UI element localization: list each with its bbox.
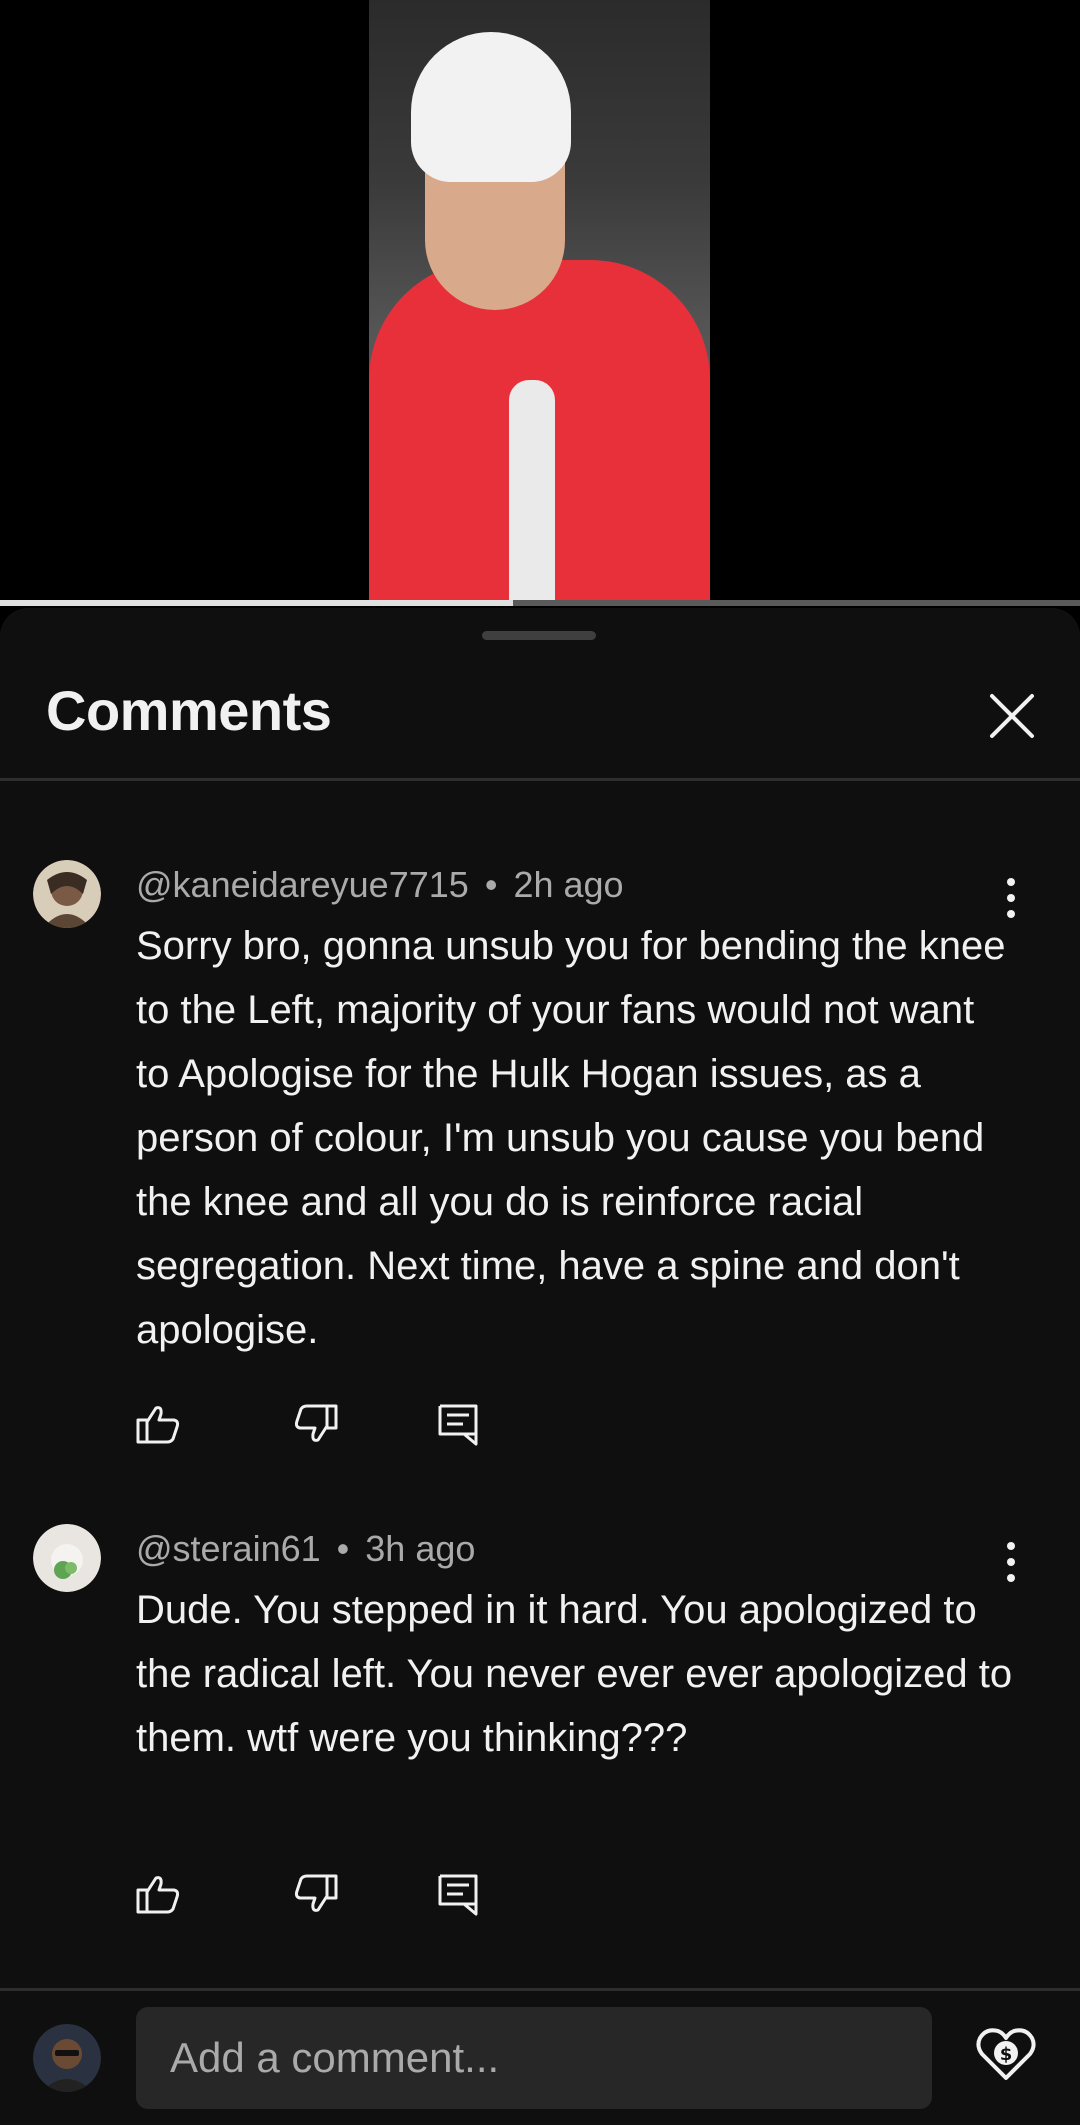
- super-thanks-heart-dollar-icon: $: [976, 2028, 1036, 2080]
- reply-icon: [438, 1404, 478, 1446]
- video-progress-bar[interactable]: [0, 600, 1080, 606]
- composer-divider: [0, 1988, 1080, 1991]
- comment-text: Dude. You stepped in it hard. You apolog…: [136, 1588, 1013, 1760]
- comment-time: 3h ago: [365, 1528, 476, 1569]
- add-comment-input[interactable]: [136, 2007, 932, 2109]
- reply-icon: [438, 1874, 478, 1916]
- comment-author[interactable]: @kaneidareyue7715: [136, 864, 469, 905]
- comment-meta: @sterain61 • 3h ago: [136, 1528, 475, 1570]
- close-button[interactable]: [980, 684, 1044, 748]
- avatar[interactable]: [33, 1524, 101, 1592]
- comment-author[interactable]: @sterain61: [136, 1528, 321, 1569]
- video-person-shirt: [509, 380, 555, 602]
- comments-title: Comments: [46, 679, 332, 742]
- video-progress-fill: [0, 600, 513, 606]
- like-button[interactable]: [134, 1870, 182, 1918]
- header-divider: [0, 778, 1080, 781]
- super-thanks-button[interactable]: $: [974, 2022, 1038, 2086]
- avatar[interactable]: [33, 860, 101, 928]
- dislike-button[interactable]: [292, 1400, 340, 1448]
- comment-time: 2h ago: [513, 864, 624, 905]
- thumbs-down-icon: [294, 1874, 338, 1912]
- reply-button[interactable]: [434, 1870, 482, 1918]
- like-button[interactable]: [134, 1400, 182, 1448]
- comments-sheet: Comments @kaneidareyue7715 • 2h ago Sorr…: [0, 608, 1080, 2125]
- video-player[interactable]: [0, 0, 1080, 602]
- comment-text: Sorry bro, gonna unsub you for bending t…: [136, 924, 1006, 1352]
- video-person-cap: [411, 32, 571, 182]
- thumbs-up-icon: [136, 1406, 180, 1444]
- meta-separator: •: [336, 1528, 350, 1569]
- meta-separator: •: [484, 864, 498, 905]
- comment-meta: @kaneidareyue7715 • 2h ago: [136, 864, 624, 906]
- close-icon: [990, 694, 1034, 738]
- thumbs-up-icon: [136, 1876, 180, 1914]
- dislike-button[interactable]: [292, 1870, 340, 1918]
- thumbs-down-icon: [294, 1404, 338, 1442]
- drag-handle[interactable]: [482, 631, 596, 640]
- current-user-avatar: [33, 2024, 101, 2092]
- video-frame: [369, 0, 710, 602]
- reply-button[interactable]: [434, 1400, 482, 1448]
- svg-text:$: $: [1000, 2044, 1013, 2065]
